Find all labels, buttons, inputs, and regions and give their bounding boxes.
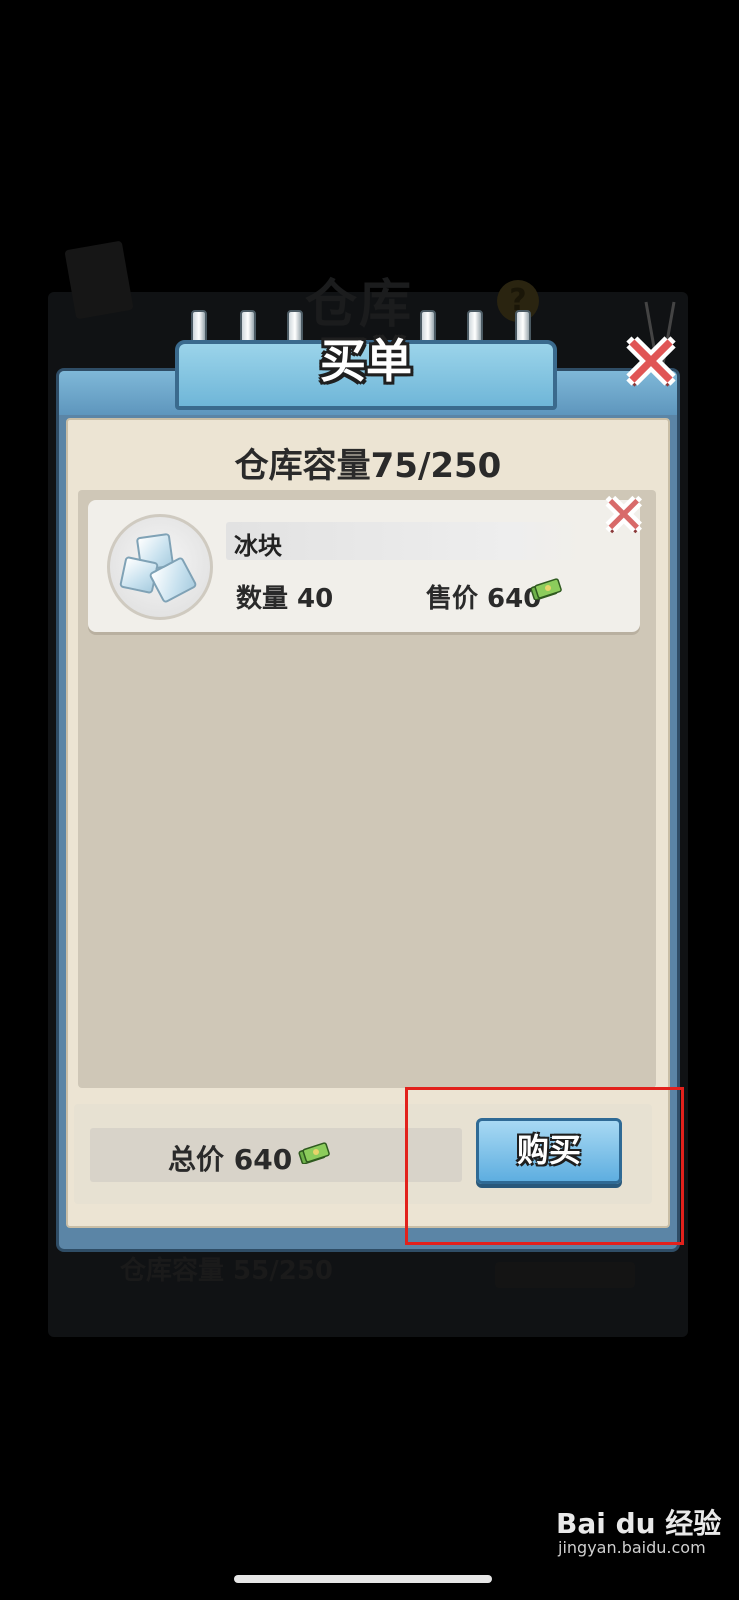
total-price: 总价 640 [168, 1143, 293, 1176]
cash-icon [298, 1142, 330, 1164]
background-button [495, 1262, 635, 1288]
ice-cube-icon [107, 514, 213, 620]
remove-item-button[interactable]: ✕ [602, 490, 646, 542]
item-name: 冰块 [234, 532, 282, 560]
item-quantity: 数量 40 [236, 584, 334, 614]
watermark-url: jingyan.baidu.com [558, 1538, 706, 1557]
dialog-title: 买单 [320, 334, 412, 388]
background-card-icon [64, 240, 134, 320]
warehouse-capacity: 仓库容量75/250 [234, 446, 502, 486]
annotation-highlight-box [405, 1087, 684, 1245]
background-capacity-text: 仓库容量 55/250 [120, 1256, 334, 1286]
watermark-brand: Bai du 经验 [556, 1507, 722, 1540]
cash-icon [530, 578, 562, 600]
item-price: 售价 640 [426, 584, 542, 614]
home-indicator[interactable] [234, 1575, 492, 1583]
close-dialog-button[interactable]: ✕ [620, 326, 682, 400]
